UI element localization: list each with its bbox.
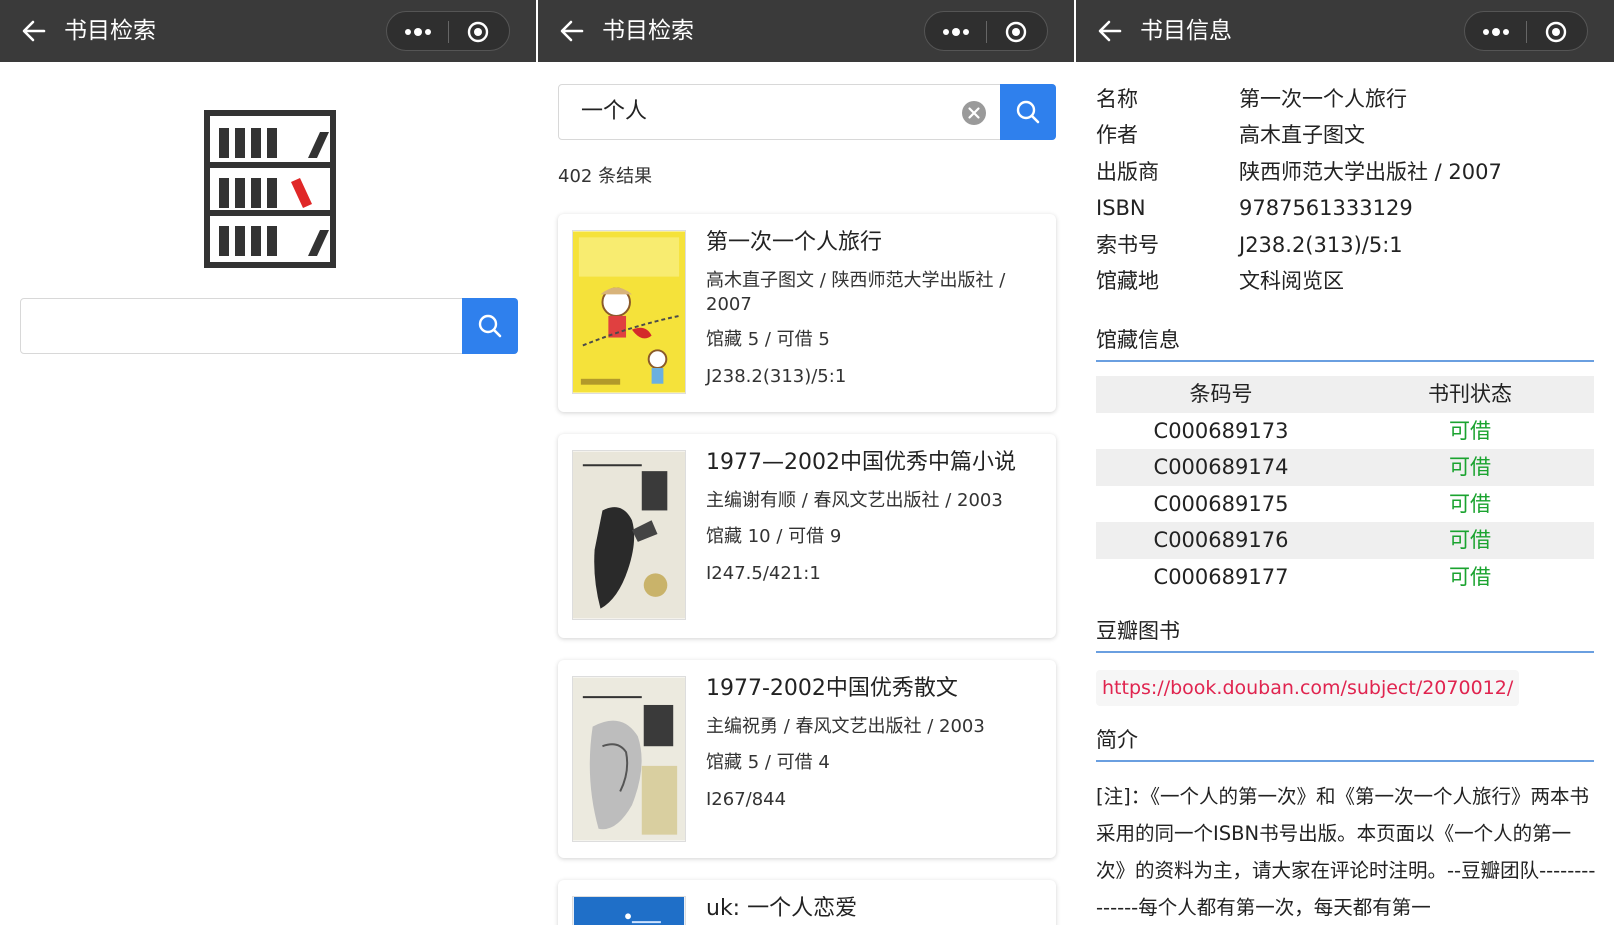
result-call-number: I247.5/421:1: [706, 563, 821, 584]
search-icon: [1016, 100, 1040, 124]
result-title: 第一次一个人旅行: [706, 230, 883, 255]
field-value: 9787561333129: [1239, 196, 1413, 220]
menu-capsule: [924, 11, 1048, 51]
holdings-table: 条码号 书刊状态 C000689173 可借 C000689174 可借 C00…: [1096, 376, 1594, 595]
search-button[interactable]: [462, 298, 518, 354]
clear-icon[interactable]: [961, 100, 987, 126]
barcode-cell: C000689175: [1153, 491, 1289, 516]
back-arrow-icon[interactable]: [20, 17, 48, 45]
result-author-publisher: 主编祝勇 / 春风文艺出版社 / 2003: [706, 716, 985, 737]
table-row: C000689174 可借: [1096, 449, 1594, 486]
back-arrow-icon[interactable]: [558, 17, 586, 45]
more-dots-icon[interactable]: [403, 22, 433, 42]
result-card[interactable]: uk: 一个人恋爱: [558, 880, 1056, 925]
menu-capsule: [386, 11, 510, 51]
section-divider: [1096, 760, 1594, 762]
back-arrow-icon[interactable]: [1096, 17, 1124, 45]
book-cover-image: [572, 676, 686, 842]
status-cell: 可借: [1449, 418, 1491, 443]
result-card[interactable]: 第一次一个人旅行 高木直子图文 / 陕西师范大学出版社 / 2007 馆藏 5 …: [558, 214, 1056, 412]
status-cell: 可借: [1449, 455, 1491, 479]
barcode-cell: C000689177: [1153, 564, 1289, 589]
result-card[interactable]: 1977-2002中国优秀散文 主编祝勇 / 春风文艺出版社 / 2003 馆藏…: [558, 660, 1056, 858]
table-row: C000689175 可借: [1096, 486, 1594, 523]
status-cell: 可借: [1449, 528, 1491, 552]
table-header: 条码号 书刊状态: [1096, 376, 1594, 413]
result-title: uk: 一个人恋爱: [706, 896, 858, 921]
more-dots-icon[interactable]: [941, 22, 971, 42]
result-card[interactable]: 1977—2002中国优秀中篇小说 主编谢有顺 / 春风文艺出版社 / 2003…: [558, 434, 1056, 638]
search-button[interactable]: [1000, 84, 1056, 140]
barcode-cell: C000689174: [1153, 455, 1289, 479]
result-holdings: 馆藏 5 / 可借 5: [706, 329, 830, 350]
field-value: 高木直子图文: [1239, 123, 1365, 147]
holdings-section-title: 馆藏信息: [1096, 328, 1180, 352]
table-row: C000689176 可借: [1096, 522, 1594, 559]
book-cover-image: [572, 230, 686, 394]
table-row: C000689177 可借: [1096, 559, 1594, 596]
barcode-cell: C000689173: [1153, 418, 1289, 443]
status-cell: 可借: [1449, 491, 1491, 516]
result-call-number: I267/844: [706, 789, 787, 810]
result-title: 1977—2002中国优秀中篇小说: [706, 450, 1016, 475]
more-dots-icon[interactable]: [1481, 22, 1511, 42]
search-icon: [478, 314, 502, 338]
field-label: 名称: [1096, 87, 1138, 111]
column-header-barcode: 条码号: [1189, 382, 1253, 406]
status-cell: 可借: [1449, 564, 1491, 589]
search-box: [20, 298, 518, 354]
capsule-divider: [986, 21, 987, 43]
nav-bar: 书目信息: [1076, 0, 1614, 62]
field-value: J238.2(313)/5:1: [1239, 233, 1403, 257]
search-input[interactable]: 一个人: [581, 97, 647, 127]
field-label: 出版商: [1096, 160, 1159, 184]
result-holdings: 馆藏 10 / 可借 9: [706, 526, 842, 547]
record-circle-icon[interactable]: [1545, 21, 1567, 43]
book-detail-screen: 书目信息 名称 第一次一个人旅行 作者 高木直子图文 出版商 陕西师范大学出版社…: [1076, 0, 1614, 925]
nav-title: 书目检索: [602, 18, 694, 44]
nav-bar: 书目检索: [0, 0, 536, 62]
section-divider: [1096, 651, 1594, 653]
result-holdings: 馆藏 5 / 可借 4: [706, 752, 830, 773]
section-divider: [1096, 360, 1594, 362]
record-circle-icon[interactable]: [1005, 21, 1027, 43]
nav-title: 书目信息: [1140, 18, 1232, 44]
capsule-divider: [1526, 21, 1527, 43]
bookshelf-logo-icon: [204, 110, 336, 268]
book-cover-image: [572, 450, 686, 620]
result-title: 1977-2002中国优秀散文: [706, 676, 958, 701]
nav-bar: 书目检索: [538, 0, 1074, 62]
table-row: C000689173 可借: [1096, 413, 1594, 450]
field-value: 陕西师范大学出版社 / 2007: [1239, 160, 1502, 184]
intro-text: [注]：《一个人的第一次》和《第一次一个人旅行》两本书采用的同一个ISBN书号出…: [1096, 785, 1596, 919]
barcode-cell: C000689176: [1153, 528, 1289, 552]
result-call-number: J238.2(313)/5:1: [706, 366, 847, 387]
field-label: 馆藏地: [1096, 269, 1159, 293]
field-label: ISBN: [1096, 196, 1146, 220]
column-header-status: 书刊状态: [1428, 382, 1512, 406]
intro-section-title: 简介: [1096, 728, 1138, 752]
search-results-screen: 书目检索 一个人 402 条结果 第一次一个人旅行 高木直子图文 / 陕西师范大…: [538, 0, 1074, 925]
field-value: 文科阅览区: [1239, 269, 1344, 293]
field-value: 第一次一个人旅行: [1239, 87, 1407, 111]
field-label: 索书号: [1096, 233, 1159, 257]
result-count: 402 条结果: [558, 166, 653, 187]
search-input[interactable]: [39, 311, 439, 341]
search-home-screen: 书目检索: [0, 0, 536, 925]
search-box: 一个人: [558, 84, 1056, 140]
nav-title: 书目检索: [64, 18, 156, 44]
douban-link[interactable]: https://book.douban.com/subject/2070012/: [1096, 670, 1520, 706]
douban-section-title: 豆瓣图书: [1096, 619, 1180, 643]
capsule-divider: [448, 21, 449, 43]
result-author-publisher: 高木直子图文 / 陕西师范大学出版社 / 2007: [706, 270, 1006, 315]
field-label: 作者: [1096, 123, 1138, 147]
book-cover-image: [572, 896, 686, 925]
menu-capsule: [1464, 11, 1588, 51]
record-circle-icon[interactable]: [467, 21, 489, 43]
result-author-publisher: 主编谢有顺 / 春风文艺出版社 / 2003: [706, 490, 1003, 511]
